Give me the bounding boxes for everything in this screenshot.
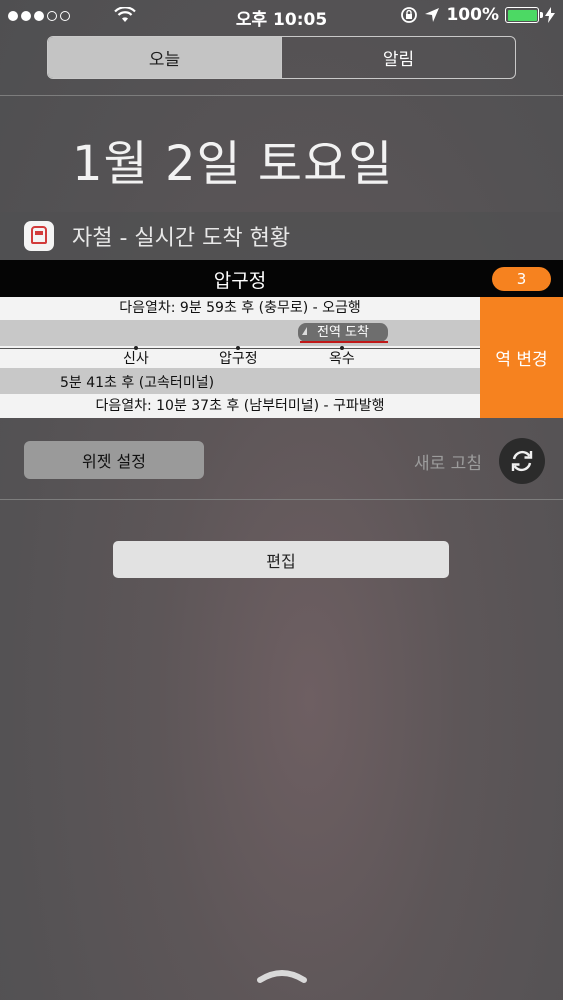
line-number-badge: 3 (492, 267, 551, 291)
view-segmented-control: 오늘 알림 (47, 36, 516, 79)
station-dot (236, 346, 241, 350)
refresh-button[interactable] (499, 438, 545, 484)
subway-train-icon (24, 221, 54, 251)
status-bar: 오후 10:05 100% (0, 0, 563, 32)
down-train-row: 5분 41초 후 (고속터미널) (0, 368, 480, 394)
arrival-chip-label: 전역 도착 (317, 325, 369, 340)
train-info: 다음열차: 9분 59초 후 (충무로) - 오금행 전역 도착 신사 압구정 … (0, 297, 480, 418)
chevron-up-handle-icon[interactable] (256, 966, 308, 986)
station-dot (133, 346, 138, 350)
station-current-label: 압구정 (219, 351, 258, 367)
charging-bolt-icon (545, 7, 555, 23)
edit-button[interactable]: 편집 (113, 541, 449, 578)
battery-percent: 100% (446, 5, 499, 25)
tab-notifications[interactable]: 알림 (281, 37, 515, 78)
divider (0, 499, 563, 500)
divider (0, 95, 563, 96)
change-station-button[interactable]: 역 변경 (480, 297, 563, 418)
tab-today[interactable]: 오늘 (48, 37, 281, 78)
rotation-lock-icon (401, 7, 418, 23)
next-train-down: 다음열차: 10분 37초 후 (남부터미널) - 구파발행 (0, 394, 480, 418)
station-current: 압구정 (219, 346, 258, 368)
battery-icon (505, 7, 543, 23)
train-marker-icon (302, 327, 307, 335)
refresh-icon (511, 450, 533, 472)
station-next: 옥수 (329, 346, 355, 368)
station-prev-label: 신사 (123, 351, 149, 367)
arrival-underline (300, 341, 388, 343)
station-bar: 압구정 3 (0, 260, 563, 297)
location-arrow-icon (425, 8, 440, 22)
station-prev: 신사 (123, 346, 149, 368)
refresh-label: 새로 고침 (414, 454, 482, 474)
widget-title: 자철 - 실시간 도착 현황 (72, 226, 291, 251)
station-name: 압구정 (213, 270, 267, 292)
arrival-row: 전역 도착 (0, 320, 480, 346)
next-train-up: 다음열차: 9분 59초 후 (충무로) - 오금행 (0, 297, 480, 320)
date-header: 1월 2일 토요일 (72, 136, 394, 192)
widget-header[interactable]: 자철 - 실시간 도착 현황 (0, 212, 563, 260)
down-train-text: 5분 41초 후 (고속터미널) (60, 375, 215, 391)
station-next-label: 옥수 (329, 351, 355, 367)
status-right-group: 100% (400, 5, 555, 25)
widget-settings-button[interactable]: 위젯 설정 (24, 441, 204, 479)
station-dot (339, 346, 344, 350)
arrival-chip: 전역 도착 (298, 323, 388, 342)
